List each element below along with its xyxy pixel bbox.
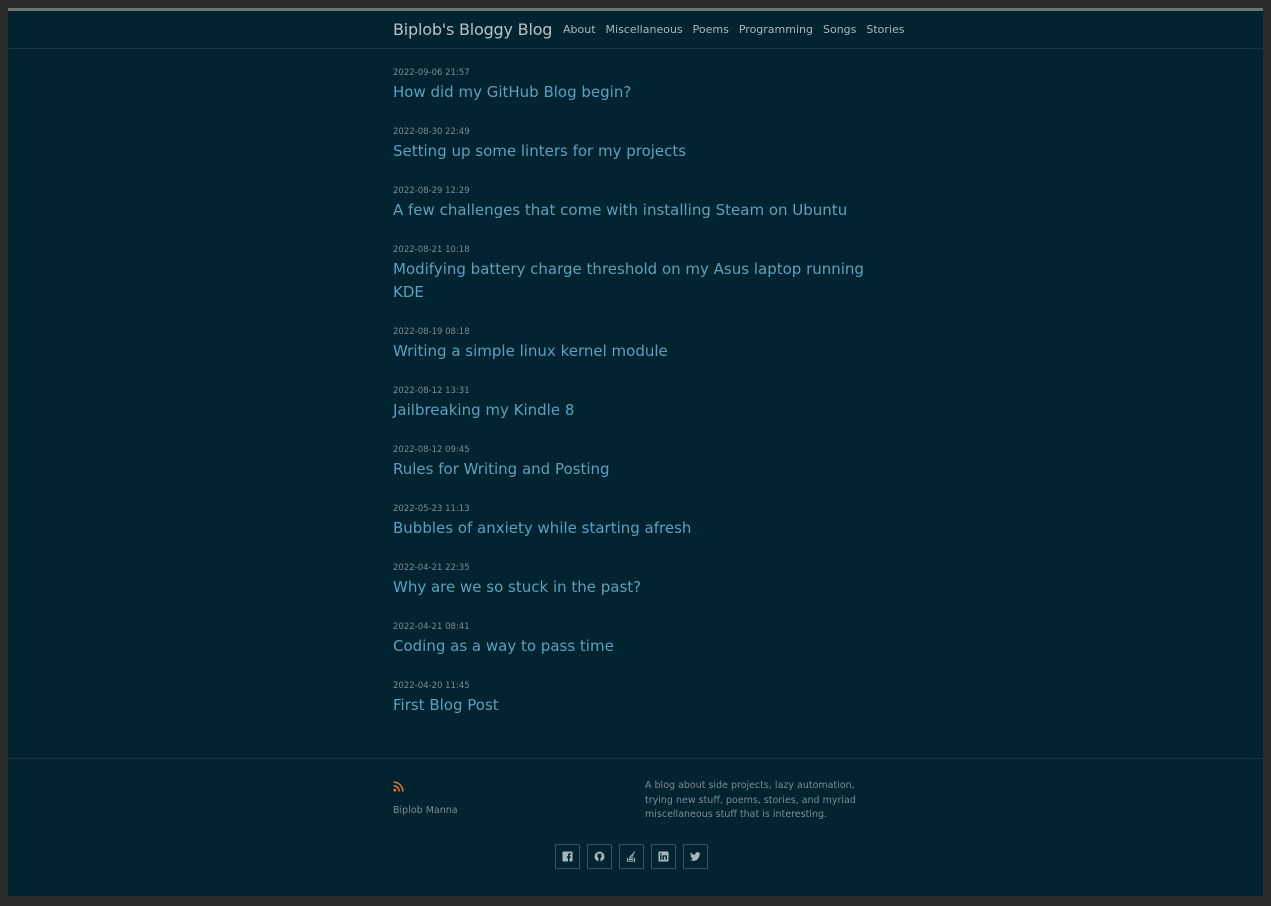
main-nav: About Miscellaneous Poems Programming So…	[563, 23, 905, 36]
nav-item-programming[interactable]: Programming	[739, 23, 813, 36]
nav-item-songs[interactable]: Songs	[823, 23, 856, 36]
rss-icon[interactable]	[393, 781, 404, 792]
post-item: 2022-08-30 22:49 Setting up some linters…	[393, 126, 883, 163]
post-date: 2022-08-29 12:29	[393, 186, 470, 196]
post-date: 2022-04-21 08:41	[393, 622, 470, 632]
post-item: 2022-08-19 08:18 Writing a simple linux …	[393, 326, 883, 363]
post-title-link[interactable]: How did my GitHub Blog begin?	[393, 81, 883, 104]
post-item: 2022-04-21 22:35 Why are we so stuck in …	[393, 562, 883, 599]
site-title-link[interactable]: Biplob's Bloggy Blog	[393, 20, 552, 39]
github-icon	[594, 851, 605, 862]
author-name: Biplob Manna	[393, 805, 458, 816]
site-header: Biplob's Bloggy Blog About Miscellaneous…	[8, 11, 1263, 49]
site-description: A blog about side projects, lazy automat…	[645, 780, 856, 820]
post-date: 2022-09-06 21:57	[393, 68, 470, 78]
post-title-link[interactable]: Bubbles of anxiety while starting afresh	[393, 517, 883, 540]
twitter-link[interactable]	[683, 844, 708, 869]
post-title-link[interactable]: Modifying battery charge threshold on my…	[393, 258, 883, 304]
post-title-link[interactable]: First Blog Post	[393, 694, 883, 717]
post-title-link[interactable]: A few challenges that come with installi…	[393, 199, 883, 222]
post-item: 2022-09-06 21:57 How did my GitHub Blog …	[393, 67, 883, 104]
post-item: 2022-04-20 11:45 First Blog Post	[393, 680, 883, 717]
post-date: 2022-08-12 09:45	[393, 445, 470, 455]
post-item: 2022-05-23 11:13 Bubbles of anxiety whil…	[393, 503, 883, 540]
post-date: 2022-08-19 08:18	[393, 327, 470, 337]
linkedin-link[interactable]	[651, 844, 676, 869]
facebook-link[interactable]	[555, 844, 580, 869]
nav-item-stories[interactable]: Stories	[866, 23, 904, 36]
social-links	[555, 844, 708, 869]
github-link[interactable]	[587, 844, 612, 869]
post-title-link[interactable]: Coding as a way to pass time	[393, 635, 883, 658]
post-title-link[interactable]: Rules for Writing and Posting	[393, 458, 883, 481]
post-date: 2022-08-21 10:18	[393, 245, 470, 255]
post-date: 2022-05-23 11:13	[393, 504, 470, 514]
post-title-link[interactable]: Setting up some linters for my projects	[393, 140, 883, 163]
post-title-link[interactable]: Jailbreaking my Kindle 8	[393, 399, 883, 422]
post-date: 2022-04-20 11:45	[393, 681, 470, 691]
site-footer: Biplob Manna A blog about side projects,…	[8, 758, 1263, 897]
post-item: 2022-08-12 13:31 Jailbreaking my Kindle …	[393, 385, 883, 422]
linkedin-icon	[658, 851, 669, 862]
nav-item-about[interactable]: About	[563, 23, 596, 36]
twitter-icon	[690, 852, 701, 861]
post-item: 2022-08-12 09:45 Rules for Writing and P…	[393, 444, 883, 481]
post-item: 2022-04-21 08:41 Coding as a way to pass…	[393, 621, 883, 658]
post-date: 2022-04-21 22:35	[393, 563, 470, 573]
post-title-link[interactable]: Why are we so stuck in the past?	[393, 576, 883, 599]
post-date: 2022-08-12 13:31	[393, 386, 470, 396]
nav-item-miscellaneous[interactable]: Miscellaneous	[606, 23, 683, 36]
page-frame: Biplob's Bloggy Blog About Miscellaneous…	[8, 8, 1263, 896]
stackoverflow-icon	[626, 851, 636, 862]
nav-item-poems[interactable]: Poems	[693, 23, 729, 36]
stackoverflow-link[interactable]	[619, 844, 644, 869]
facebook-icon	[562, 851, 573, 862]
post-date: 2022-08-30 22:49	[393, 127, 470, 137]
post-item: 2022-08-21 10:18 Modifying battery charg…	[393, 244, 883, 304]
post-item: 2022-08-29 12:29 A few challenges that c…	[393, 185, 883, 222]
post-title-link[interactable]: Writing a simple linux kernel module	[393, 340, 883, 363]
